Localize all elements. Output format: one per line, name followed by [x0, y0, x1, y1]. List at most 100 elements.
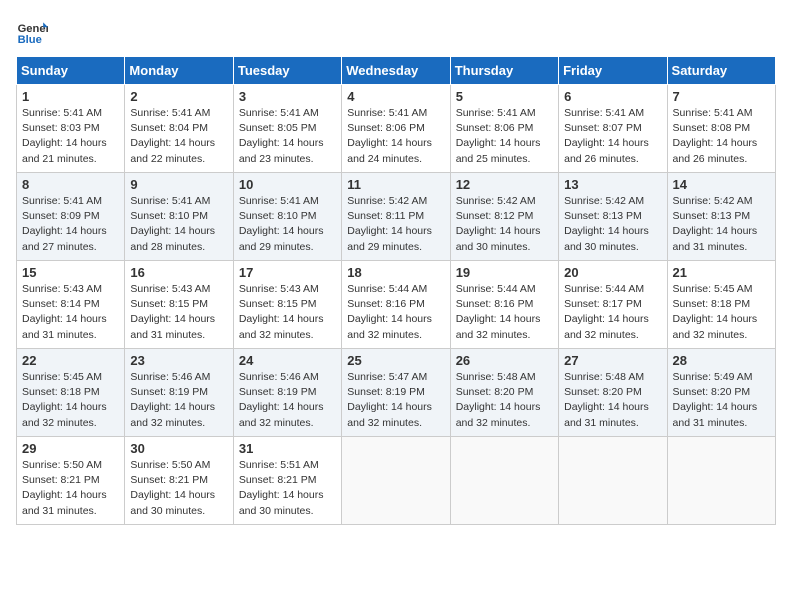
weekday-header: Thursday	[450, 57, 558, 85]
day-number: 2	[130, 89, 227, 104]
day-info: Sunrise: 5:43 AMSunset: 8:14 PMDaylight:…	[22, 282, 119, 343]
day-number: 7	[673, 89, 770, 104]
weekday-header: Monday	[125, 57, 233, 85]
day-number: 31	[239, 441, 336, 456]
calendar-body: 1 Sunrise: 5:41 AMSunset: 8:03 PMDaylight…	[17, 85, 776, 525]
day-number: 11	[347, 177, 444, 192]
day-info: Sunrise: 5:41 AMSunset: 8:03 PMDaylight:…	[22, 106, 119, 167]
day-number: 17	[239, 265, 336, 280]
day-info: Sunrise: 5:41 AMSunset: 8:06 PMDaylight:…	[347, 106, 444, 167]
day-number: 18	[347, 265, 444, 280]
calendar-cell: 31 Sunrise: 5:51 AMSunset: 8:21 PMDayligh…	[233, 437, 341, 525]
logo: General Blue	[16, 16, 52, 48]
calendar-cell: 25 Sunrise: 5:47 AMSunset: 8:19 PMDayligh…	[342, 349, 450, 437]
day-info: Sunrise: 5:48 AMSunset: 8:20 PMDaylight:…	[456, 370, 553, 431]
weekday-header: Saturday	[667, 57, 775, 85]
day-info: Sunrise: 5:46 AMSunset: 8:19 PMDaylight:…	[130, 370, 227, 431]
day-info: Sunrise: 5:41 AMSunset: 8:09 PMDaylight:…	[22, 194, 119, 255]
day-number: 14	[673, 177, 770, 192]
calendar-cell: 14 Sunrise: 5:42 AMSunset: 8:13 PMDayligh…	[667, 173, 775, 261]
calendar-cell: 6 Sunrise: 5:41 AMSunset: 8:07 PMDaylight…	[559, 85, 667, 173]
calendar-week: 22Sunrise: 5:45 AMSunset: 8:18 PMDayligh…	[17, 349, 776, 437]
weekday-header: Sunday	[17, 57, 125, 85]
svg-text:Blue: Blue	[18, 34, 42, 46]
day-number: 29	[22, 441, 119, 456]
calendar-cell	[667, 437, 775, 525]
weekday-header: Wednesday	[342, 57, 450, 85]
day-info: Sunrise: 5:50 AMSunset: 8:21 PMDaylight:…	[22, 458, 119, 519]
day-number: 30	[130, 441, 227, 456]
calendar-cell	[450, 437, 558, 525]
day-number: 10	[239, 177, 336, 192]
day-info: Sunrise: 5:44 AMSunset: 8:16 PMDaylight:…	[347, 282, 444, 343]
day-info: Sunrise: 5:45 AMSunset: 8:18 PMDaylight:…	[673, 282, 770, 343]
day-info: Sunrise: 5:51 AMSunset: 8:21 PMDaylight:…	[239, 458, 336, 519]
day-info: Sunrise: 5:44 AMSunset: 8:16 PMDaylight:…	[456, 282, 553, 343]
day-info: Sunrise: 5:41 AMSunset: 8:10 PMDaylight:…	[130, 194, 227, 255]
calendar-cell: 28 Sunrise: 5:49 AMSunset: 8:20 PMDayligh…	[667, 349, 775, 437]
day-number: 25	[347, 353, 444, 368]
calendar-cell: 21Sunrise: 5:45 AMSunset: 8:18 PMDayligh…	[667, 261, 775, 349]
day-info: Sunrise: 5:41 AMSunset: 8:08 PMDaylight:…	[673, 106, 770, 167]
calendar-cell	[342, 437, 450, 525]
day-info: Sunrise: 5:41 AMSunset: 8:07 PMDaylight:…	[564, 106, 661, 167]
day-info: Sunrise: 5:42 AMSunset: 8:13 PMDaylight:…	[673, 194, 770, 255]
day-number: 27	[564, 353, 661, 368]
day-info: Sunrise: 5:47 AMSunset: 8:19 PMDaylight:…	[347, 370, 444, 431]
day-number: 23	[130, 353, 227, 368]
day-number: 3	[239, 89, 336, 104]
day-info: Sunrise: 5:42 AMSunset: 8:11 PMDaylight:…	[347, 194, 444, 255]
day-number: 28	[673, 353, 770, 368]
calendar-cell: 22Sunrise: 5:45 AMSunset: 8:18 PMDayligh…	[17, 349, 125, 437]
calendar-week: 8 Sunrise: 5:41 AMSunset: 8:09 PMDaylight…	[17, 173, 776, 261]
day-info: Sunrise: 5:41 AMSunset: 8:04 PMDaylight:…	[130, 106, 227, 167]
calendar-cell: 10 Sunrise: 5:41 AMSunset: 8:10 PMDayligh…	[233, 173, 341, 261]
calendar-cell: 20 Sunrise: 5:44 AMSunset: 8:17 PMDayligh…	[559, 261, 667, 349]
day-number: 24	[239, 353, 336, 368]
calendar-cell: 17 Sunrise: 5:43 AMSunset: 8:15 PMDayligh…	[233, 261, 341, 349]
day-info: Sunrise: 5:41 AMSunset: 8:10 PMDaylight:…	[239, 194, 336, 255]
calendar-cell: 27Sunrise: 5:48 AMSunset: 8:20 PMDayligh…	[559, 349, 667, 437]
calendar-cell: 5 Sunrise: 5:41 AMSunset: 8:06 PMDaylight…	[450, 85, 558, 173]
day-number: 26	[456, 353, 553, 368]
day-number: 20	[564, 265, 661, 280]
day-info: Sunrise: 5:43 AMSunset: 8:15 PMDaylight:…	[130, 282, 227, 343]
day-info: Sunrise: 5:44 AMSunset: 8:17 PMDaylight:…	[564, 282, 661, 343]
day-number: 8	[22, 177, 119, 192]
day-info: Sunrise: 5:42 AMSunset: 8:13 PMDaylight:…	[564, 194, 661, 255]
day-number: 9	[130, 177, 227, 192]
day-info: Sunrise: 5:49 AMSunset: 8:20 PMDaylight:…	[673, 370, 770, 431]
calendar-week: 15Sunrise: 5:43 AMSunset: 8:14 PMDayligh…	[17, 261, 776, 349]
day-info: Sunrise: 5:50 AMSunset: 8:21 PMDaylight:…	[130, 458, 227, 519]
calendar-cell: 13 Sunrise: 5:42 AMSunset: 8:13 PMDayligh…	[559, 173, 667, 261]
weekday-header: Tuesday	[233, 57, 341, 85]
day-info: Sunrise: 5:41 AMSunset: 8:06 PMDaylight:…	[456, 106, 553, 167]
calendar-cell: 30 Sunrise: 5:50 AMSunset: 8:21 PMDayligh…	[125, 437, 233, 525]
calendar-cell: 8 Sunrise: 5:41 AMSunset: 8:09 PMDaylight…	[17, 173, 125, 261]
calendar-cell: 23 Sunrise: 5:46 AMSunset: 8:19 PMDayligh…	[125, 349, 233, 437]
day-number: 16	[130, 265, 227, 280]
calendar-cell: 9 Sunrise: 5:41 AMSunset: 8:10 PMDaylight…	[125, 173, 233, 261]
day-number: 1	[22, 89, 119, 104]
day-number: 6	[564, 89, 661, 104]
day-number: 13	[564, 177, 661, 192]
calendar-cell: 18 Sunrise: 5:44 AMSunset: 8:16 PMDayligh…	[342, 261, 450, 349]
calendar-cell: 4 Sunrise: 5:41 AMSunset: 8:06 PMDaylight…	[342, 85, 450, 173]
calendar-cell: 24 Sunrise: 5:46 AMSunset: 8:19 PMDayligh…	[233, 349, 341, 437]
calendar-cell: 1 Sunrise: 5:41 AMSunset: 8:03 PMDaylight…	[17, 85, 125, 173]
calendar-cell: 16 Sunrise: 5:43 AMSunset: 8:15 PMDayligh…	[125, 261, 233, 349]
day-info: Sunrise: 5:43 AMSunset: 8:15 PMDaylight:…	[239, 282, 336, 343]
weekday-header: Friday	[559, 57, 667, 85]
calendar-cell: 19 Sunrise: 5:44 AMSunset: 8:16 PMDayligh…	[450, 261, 558, 349]
day-number: 5	[456, 89, 553, 104]
calendar-week: 1 Sunrise: 5:41 AMSunset: 8:03 PMDaylight…	[17, 85, 776, 173]
calendar-cell: 26 Sunrise: 5:48 AMSunset: 8:20 PMDayligh…	[450, 349, 558, 437]
day-info: Sunrise: 5:42 AMSunset: 8:12 PMDaylight:…	[456, 194, 553, 255]
day-number: 19	[456, 265, 553, 280]
day-number: 4	[347, 89, 444, 104]
calendar-cell: 7 Sunrise: 5:41 AMSunset: 8:08 PMDaylight…	[667, 85, 775, 173]
day-info: Sunrise: 5:46 AMSunset: 8:19 PMDaylight:…	[239, 370, 336, 431]
page-header: General Blue	[16, 16, 776, 48]
calendar-cell: 15Sunrise: 5:43 AMSunset: 8:14 PMDayligh…	[17, 261, 125, 349]
day-number: 22	[22, 353, 119, 368]
